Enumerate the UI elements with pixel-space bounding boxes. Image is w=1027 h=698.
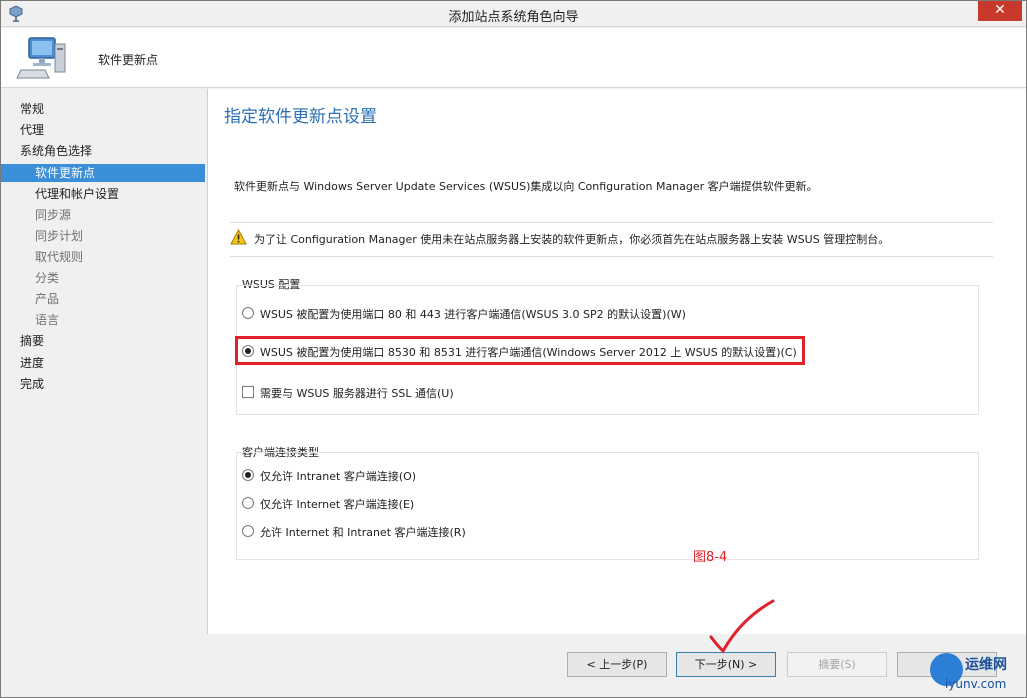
nav-item-sync-source[interactable]: 同步源 — [1, 206, 205, 224]
nav-item-proxy[interactable]: 代理 — [1, 121, 205, 139]
radio-button[interactable] — [242, 307, 254, 319]
nav-item-general[interactable]: 常规 — [1, 100, 205, 118]
nav-item-progress[interactable]: 进度 — [1, 354, 205, 372]
previous-button[interactable]: < 上一步(P) — [567, 652, 667, 677]
warning-icon — [230, 229, 247, 245]
nav-item-supersedence[interactable]: 取代规则 — [1, 248, 205, 266]
radio-button[interactable] — [242, 497, 254, 509]
checkbox-label: 需要与 WSUS 服务器进行 SSL 通信(U) — [260, 387, 454, 400]
red-checkmark-annotation — [709, 599, 775, 654]
description-text: 软件更新点与 Windows Server Update Services (W… — [234, 180, 818, 193]
wizard-header: 软件更新点 — [1, 28, 1026, 88]
close-button[interactable]: ✕ — [978, 1, 1022, 21]
nav-item-software-update-point[interactable]: 软件更新点 — [1, 164, 205, 182]
page-title: 指定软件更新点设置 — [224, 107, 377, 127]
computer-icon — [16, 37, 66, 79]
radio-label: 允许 Internet 和 Intranet 客户端连接(R) — [260, 526, 466, 539]
nav-item-summary[interactable]: 摘要 — [1, 332, 205, 350]
separator — [230, 222, 993, 223]
title-bar: 添加站点系统角色向导 ✕ — [1, 1, 1026, 27]
radio-button-checked[interactable] — [242, 469, 254, 481]
figure-label: 图8-4 — [693, 550, 728, 565]
watermark-url: iyunv.com — [945, 677, 1007, 691]
nav-item-sync-schedule[interactable]: 同步计划 — [1, 227, 205, 245]
watermark-text: 运维网 — [965, 657, 1007, 673]
separator — [230, 256, 993, 257]
header-title: 软件更新点 — [98, 53, 159, 67]
radio-label: 仅允许 Internet 客户端连接(E) — [260, 498, 415, 511]
nav-item-classifications[interactable]: 分类 — [1, 269, 205, 287]
radio-label: WSUS 被配置为使用端口 80 和 443 进行客户端通信(WSUS 3.0 … — [260, 308, 686, 321]
main-content: 指定软件更新点设置 软件更新点与 Windows Server Update S… — [207, 89, 1026, 634]
wizard-window: 添加站点系统角色向导 ✕ 软件更新点 常规 代理 系统角色选择 软件更新点 代理… — [0, 0, 1027, 698]
nav-item-languages[interactable]: 语言 — [1, 311, 205, 329]
red-highlight-box — [235, 336, 805, 365]
warning-text: 为了让 Configuration Manager 使用未在站点服务器上安装的软… — [254, 233, 890, 246]
radio-button[interactable] — [242, 525, 254, 537]
window-title: 添加站点系统角色向导 — [448, 10, 579, 25]
nav-item-completion[interactable]: 完成 — [1, 375, 205, 393]
wizard-navigation: 常规 代理 系统角色选择 软件更新点 代理和帐户设置 同步源 同步计划 取代规则… — [1, 89, 207, 695]
checkbox[interactable] — [242, 386, 254, 398]
nav-item-role-selection[interactable]: 系统角色选择 — [1, 142, 205, 160]
radio-label: 仅允许 Intranet 客户端连接(O) — [260, 470, 417, 483]
nav-item-proxy-account[interactable]: 代理和帐户设置 — [1, 185, 205, 203]
nav-item-products[interactable]: 产品 — [1, 290, 205, 308]
summary-button[interactable]: 摘要(S) — [787, 652, 887, 677]
